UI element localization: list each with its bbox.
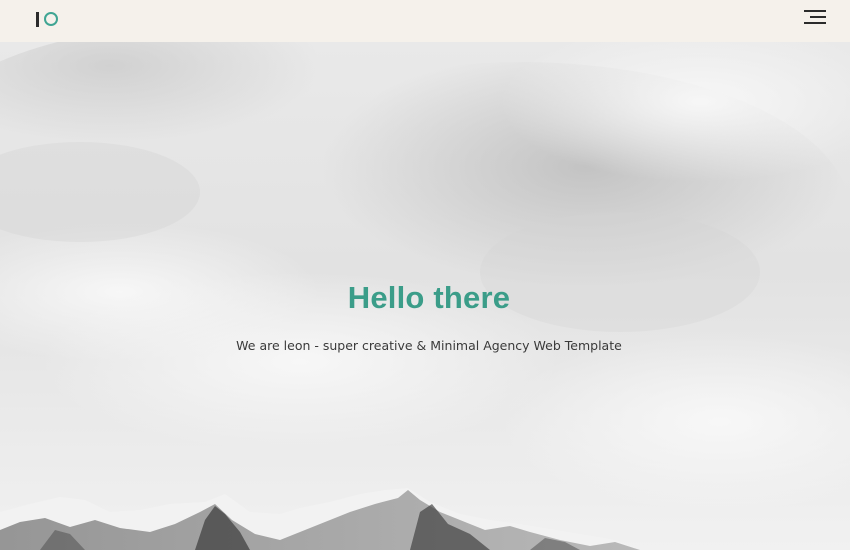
hero-subtitle: We are leon - super creative & Minimal A… (236, 338, 622, 353)
hero-title: Hello there (347, 280, 511, 315)
hamburger-menu-icon[interactable] (800, 8, 826, 26)
site-header (0, 0, 850, 42)
leon-logo-icon[interactable] (36, 8, 58, 30)
menu-line-bottom (804, 22, 826, 24)
hero-section: Hello there We are leon - super creative… (0, 42, 850, 550)
menu-line-top (804, 10, 826, 12)
logo-ring (43, 12, 58, 26)
logo-bar (36, 11, 39, 27)
page: Hello there We are leon - super creative… (0, 0, 850, 550)
menu-line-middle (810, 16, 826, 18)
hero-content: Hello there We are leon - super creative… (0, 280, 850, 353)
